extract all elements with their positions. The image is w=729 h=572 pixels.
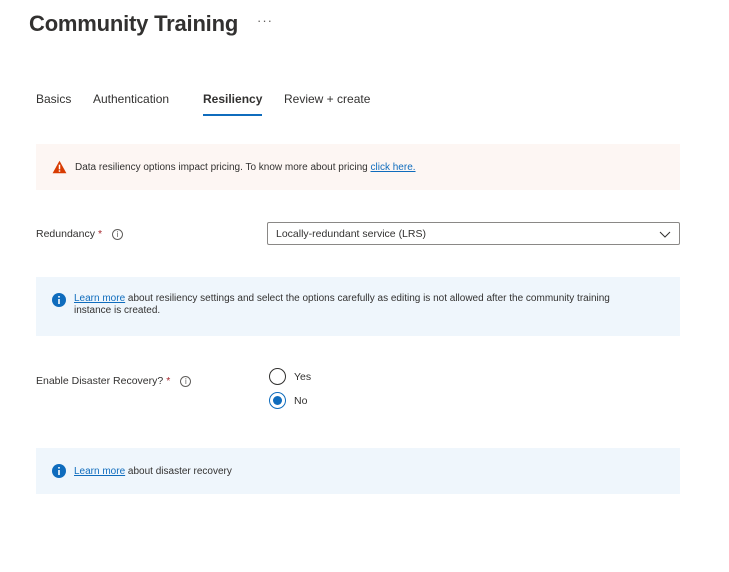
tab-basics[interactable]: Basics [36,92,71,114]
required-asterisk: * [166,375,171,387]
more-options-button[interactable]: ··· [257,13,273,28]
resiliency-info-banner: Learn more about resiliency settings and… [36,277,680,336]
tab-resiliency[interactable]: Resiliency [203,92,263,116]
info-icon[interactable]: i [180,375,192,387]
tab-authentication[interactable]: Authentication [93,92,169,114]
dr-info-text: Learn more about disaster recovery [74,465,232,477]
radio-option-yes[interactable]: Yes [269,368,311,385]
required-asterisk: * [97,228,103,240]
disaster-recovery-label: Enable Disaster Recovery? * i [36,375,192,387]
info-filled-icon [52,293,66,307]
pricing-link[interactable]: click here. [371,162,416,173]
radio-label-yes: Yes [294,370,312,383]
resiliency-info-text: Learn more about resiliency settings and… [74,293,610,316]
radio-button[interactable] [269,368,286,385]
warning-text: Data resiliency options impact pricing. … [75,161,416,173]
learn-more-resiliency-link[interactable]: Learn more [74,293,125,304]
chevron-down-icon [659,231,671,238]
tab-review-create[interactable]: Review + create [284,92,370,114]
page-title: Community Training [29,11,239,36]
disaster-recovery-info-banner: Learn more about disaster recovery [36,448,680,494]
info-icon[interactable]: i [112,228,124,240]
info-filled-icon [52,464,66,478]
warning-icon [52,160,67,174]
radio-label-no: No [294,394,308,407]
redundancy-dropdown[interactable]: Locally-redundant service (LRS) [267,222,680,245]
redundancy-label: Redundancy * i [36,228,124,240]
radio-selected-dot [273,396,282,405]
learn-more-dr-link[interactable]: Learn more [74,466,125,477]
pricing-warning-banner: Data resiliency options impact pricing. … [36,144,680,190]
redundancy-selected-value: Locally-redundant service (LRS) [276,227,426,240]
radio-option-no[interactable]: No [269,392,307,409]
radio-button-selected[interactable] [269,392,286,409]
